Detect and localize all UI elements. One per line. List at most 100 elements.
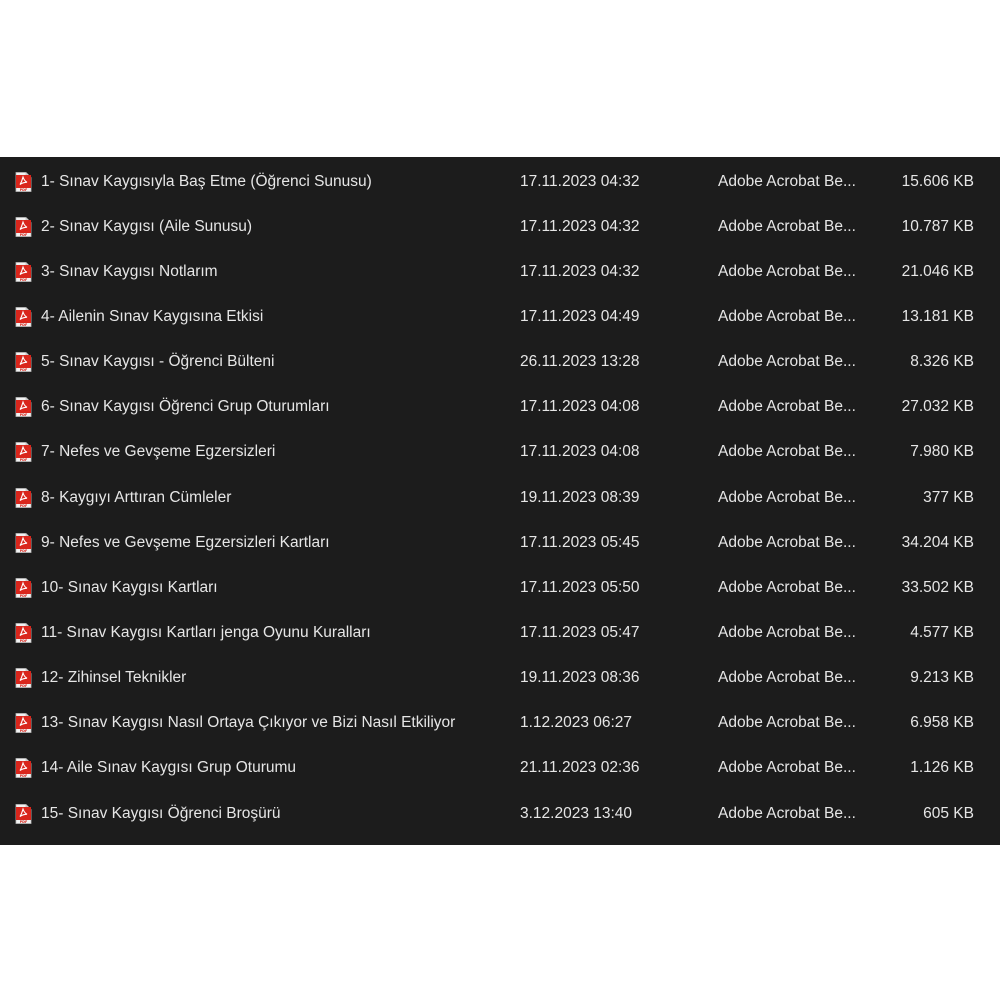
file-name: 6- Sınav Kaygısı Öğrenci Grup Oturumları — [41, 398, 330, 416]
file-size: 33.502 KB — [901, 578, 974, 596]
file-size: 377 KB — [923, 488, 974, 506]
file-size: 9.213 KB — [910, 669, 974, 687]
pdf-file-icon: PDF — [15, 668, 32, 688]
file-type: Adobe Acrobat Be... — [718, 759, 856, 777]
file-name: 5- Sınav Kaygısı - Öğrenci Bülteni — [41, 353, 275, 371]
file-date-modified: 17.11.2023 04:32 — [520, 172, 640, 190]
svg-text:PDF: PDF — [20, 774, 28, 778]
svg-text:PDF: PDF — [20, 684, 28, 688]
svg-text:PDF: PDF — [20, 188, 28, 192]
svg-text:PDF: PDF — [20, 549, 28, 553]
svg-text:PDF: PDF — [20, 594, 28, 598]
file-size: 4.577 KB — [910, 623, 974, 641]
file-type: Adobe Acrobat Be... — [718, 353, 856, 371]
svg-text:PDF: PDF — [20, 820, 28, 824]
file-date-modified: 17.11.2023 05:50 — [520, 578, 640, 596]
svg-text:PDF: PDF — [20, 368, 28, 372]
file-date-modified: 26.11.2023 13:28 — [520, 353, 640, 371]
file-name: 2- Sınav Kaygısı (Aile Sunusu) — [41, 217, 253, 235]
file-date-modified: 1.12.2023 06:27 — [520, 714, 633, 732]
pdf-file-icon: PDF — [15, 803, 32, 824]
file-date-modified: 17.11.2023 05:47 — [520, 623, 640, 641]
file-row[interactable]: PDF 6- Sınav Kaygısı Öğrenci Grup Oturum… — [0, 385, 1000, 430]
file-row[interactable]: PDF 4- Ailenin Sınav Kaygısına Etkisi 17… — [0, 294, 1000, 339]
file-size: 13.181 KB — [901, 307, 974, 325]
file-row[interactable]: PDF 10- Sınav Kaygısı Kartları 17.11.202… — [0, 565, 1000, 610]
file-row[interactable]: PDF 5- Sınav Kaygısı - Öğrenci Bülteni 2… — [0, 340, 1000, 385]
file-date-modified: 17.11.2023 04:32 — [520, 262, 640, 280]
file-date-modified: 19.11.2023 08:39 — [520, 488, 640, 506]
file-size: 15.606 KB — [901, 172, 974, 190]
file-size: 605 KB — [923, 804, 974, 822]
file-name: 9- Nefes ve Gevşeme Egzersizleri Kartlar… — [41, 533, 330, 551]
file-type: Adobe Acrobat Be... — [718, 262, 856, 280]
file-size: 6.958 KB — [910, 714, 974, 732]
pdf-file-icon: PDF — [15, 532, 32, 553]
pdf-file-icon: PDF — [15, 307, 32, 327]
pdf-file-icon: PDF — [15, 442, 32, 462]
file-size: 1.126 KB — [910, 759, 974, 777]
pdf-file-icon: PDF — [15, 352, 32, 372]
svg-text:PDF: PDF — [20, 729, 28, 733]
pdf-file-icon: PDF — [15, 713, 32, 733]
file-date-modified: 3.12.2023 13:40 — [520, 804, 633, 822]
file-name: 15- Sınav Kaygısı Öğrenci Broşürü — [41, 804, 281, 822]
svg-text:PDF: PDF — [20, 504, 28, 508]
file-name: 8- Kaygıyı Arttıran Cümleler — [41, 488, 232, 506]
file-name: 4- Ailenin Sınav Kaygısına Etkisi — [41, 307, 264, 325]
file-date-modified: 19.11.2023 08:36 — [520, 669, 640, 687]
file-type: Adobe Acrobat Be... — [718, 398, 856, 416]
file-size: 7.980 KB — [910, 443, 974, 461]
file-type: Adobe Acrobat Be... — [718, 804, 856, 822]
file-row[interactable]: PDF 1- Sınav Kaygısıyla Baş Etme (Öğrenc… — [0, 159, 1000, 204]
file-size: 27.032 KB — [901, 398, 974, 416]
file-type: Adobe Acrobat Be... — [718, 307, 856, 325]
file-date-modified: 21.11.2023 02:36 — [520, 759, 640, 777]
pdf-file-icon: PDF — [15, 216, 32, 237]
file-size: 34.204 KB — [901, 533, 974, 551]
pdf-file-icon: PDF — [15, 577, 32, 598]
svg-text:PDF: PDF — [20, 233, 28, 237]
file-type: Adobe Acrobat Be... — [718, 217, 856, 235]
file-type: Adobe Acrobat Be... — [718, 578, 856, 596]
file-name: 14- Aile Sınav Kaygısı Grup Oturumu — [41, 759, 297, 777]
file-row[interactable]: PDF 8- Kaygıyı Arttıran Cümleler 19.11.2… — [0, 475, 1000, 520]
file-type: Adobe Acrobat Be... — [718, 623, 856, 641]
file-date-modified: 17.11.2023 04:08 — [520, 398, 640, 416]
svg-text:PDF: PDF — [20, 413, 28, 417]
svg-text:PDF: PDF — [20, 323, 28, 327]
file-name: 11- Sınav Kaygısı Kartları jenga Oyunu K… — [41, 623, 371, 641]
svg-text:PDF: PDF — [20, 639, 28, 643]
file-row[interactable]: PDF 3- Sınav Kaygısı Notlarım 17.11.2023… — [0, 249, 1000, 294]
file-row[interactable]: PDF 2- Sınav Kaygısı (Aile Sunusu) 17.11… — [0, 204, 1000, 249]
file-type: Adobe Acrobat Be... — [718, 172, 856, 190]
file-date-modified: 17.11.2023 05:45 — [520, 533, 640, 551]
file-size: 8.326 KB — [910, 353, 974, 371]
file-row[interactable]: PDF 14- Aile Sınav Kaygısı Grup Oturumu … — [0, 746, 1000, 791]
file-name: 12- Zihinsel Teknikler — [41, 669, 187, 687]
file-row[interactable]: PDF 12- Zihinsel Teknikler 19.11.2023 08… — [0, 656, 1000, 701]
pdf-file-icon: PDF — [15, 171, 32, 192]
svg-text:PDF: PDF — [20, 278, 28, 282]
file-row[interactable]: PDF 15- Sınav Kaygısı Öğrenci Broşürü 3.… — [0, 791, 1000, 836]
file-list: PDF 1- Sınav Kaygısıyla Baş Etme (Öğrenc… — [0, 159, 1000, 836]
file-name: 10- Sınav Kaygısı Kartları — [41, 578, 218, 596]
file-name: 13- Sınav Kaygısı Nasıl Ortaya Çıkıyor v… — [41, 714, 456, 732]
file-row[interactable]: PDF 7- Nefes ve Gevşeme Egzersizleri 17.… — [0, 430, 1000, 475]
file-size: 10.787 KB — [901, 217, 974, 235]
file-type: Adobe Acrobat Be... — [718, 488, 856, 506]
file-date-modified: 17.11.2023 04:08 — [520, 443, 640, 461]
file-row[interactable]: PDF 9- Nefes ve Gevşeme Egzersizleri Kar… — [0, 520, 1000, 565]
file-date-modified: 17.11.2023 04:49 — [520, 307, 640, 325]
file-size: 21.046 KB — [901, 262, 974, 280]
file-name: 3- Sınav Kaygısı Notlarım — [41, 262, 218, 280]
svg-text:PDF: PDF — [20, 458, 28, 462]
file-row[interactable]: PDF 11- Sınav Kaygısı Kartları jenga Oyu… — [0, 610, 1000, 655]
pdf-file-icon: PDF — [15, 261, 32, 282]
file-type: Adobe Acrobat Be... — [718, 714, 856, 732]
file-type: Adobe Acrobat Be... — [718, 669, 856, 687]
file-type: Adobe Acrobat Be... — [718, 533, 856, 551]
file-name: 7- Nefes ve Gevşeme Egzersizleri — [41, 443, 276, 461]
file-row[interactable]: PDF 13- Sınav Kaygısı Nasıl Ortaya Çıkıy… — [0, 701, 1000, 746]
file-explorer-list-panel: PDF 1- Sınav Kaygısıyla Baş Etme (Öğrenc… — [0, 157, 1000, 845]
